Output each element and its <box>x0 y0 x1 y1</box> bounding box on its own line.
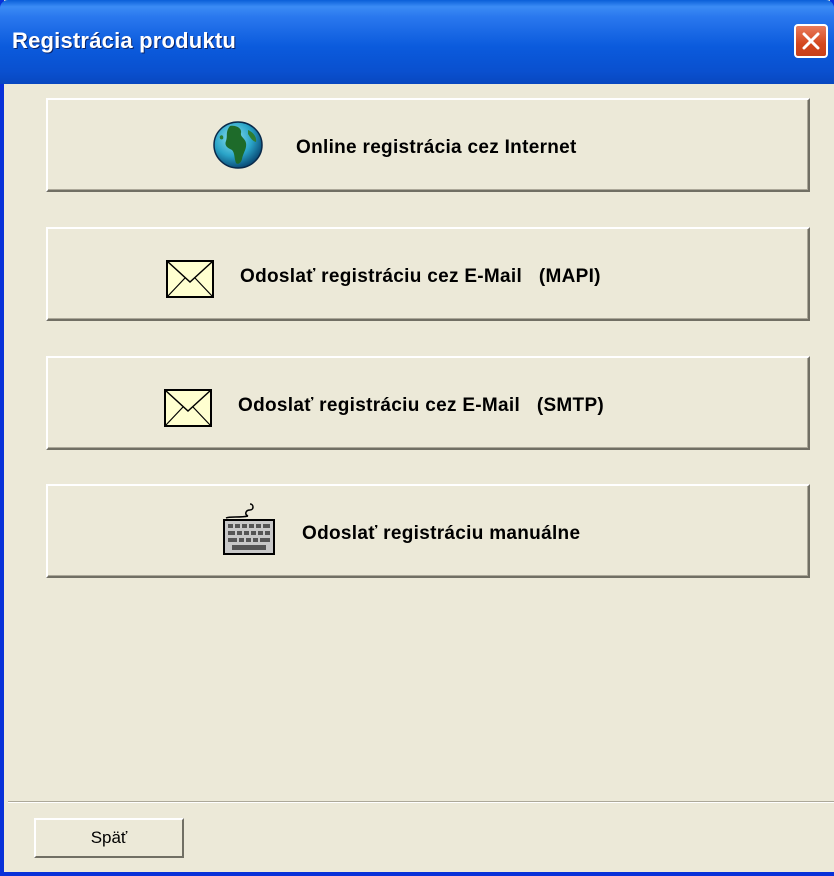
back-button[interactable]: Späť <box>34 818 184 858</box>
registration-dialog: Registrácia produktu Online registrácia <box>0 0 834 876</box>
envelope-icon <box>164 389 212 427</box>
online-registration-label: Online registrácia cez Internet <box>296 137 577 158</box>
envelope-icon <box>166 260 214 298</box>
email-mapi-label: Odoslať registráciu cez E-Mail (MAPI) <box>240 266 601 287</box>
email-smtp-label: Odoslať registráciu cez E-Mail (SMTP) <box>238 395 605 416</box>
keyboard-icon <box>223 503 275 555</box>
window-title: Registrácia produktu <box>12 28 237 53</box>
dialog-body: Online registrácia cez Internet Odoslať … <box>8 84 834 872</box>
online-registration-button[interactable]: Online registrácia cez Internet <box>46 98 810 192</box>
close-icon <box>802 32 820 50</box>
manual-registration-button[interactable]: Odoslať registráciu manuálne <box>46 484 810 578</box>
email-mapi-button[interactable]: Odoslať registráciu cez E-Mail (MAPI) <box>46 227 810 321</box>
globe-icon <box>213 121 263 169</box>
manual-registration-label: Odoslať registráciu manuálne <box>302 523 581 544</box>
title-bar[interactable]: Registrácia produktu <box>0 0 834 84</box>
footer-separator-highlight <box>8 802 834 803</box>
close-button[interactable] <box>794 24 828 58</box>
email-smtp-button[interactable]: Odoslať registráciu cez E-Mail (SMTP) <box>46 356 810 450</box>
